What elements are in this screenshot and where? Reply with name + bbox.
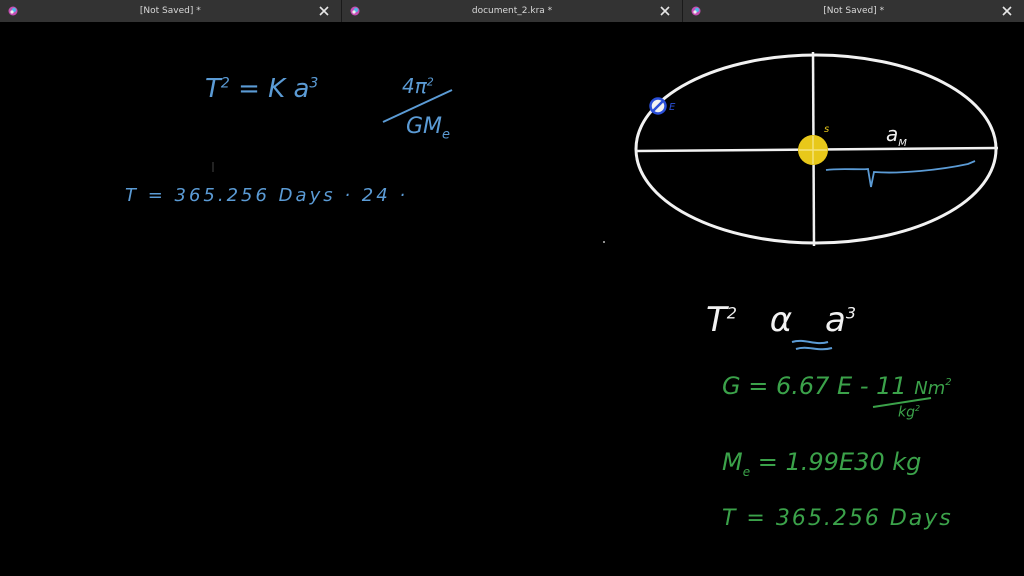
denominator-subscript: e	[442, 127, 451, 143]
canvas-strokes	[212, 51, 999, 408]
semi-major-brace	[825, 160, 976, 188]
mass-value: = 1.99E30 kg	[757, 448, 922, 476]
G-value: G = 6.67 E - 11	[722, 372, 907, 400]
sun-mass: Me = 1.99E30 kg	[722, 448, 921, 479]
close-icon[interactable]	[658, 4, 672, 18]
document-tab-3[interactable]: [Not Saved] *	[683, 0, 1024, 22]
prop-a: a	[825, 300, 846, 340]
mass-subscript: e	[742, 464, 751, 479]
orbital-period-green: T = 365.256 Days	[722, 506, 953, 531]
tab-label: document_2.kra *	[471, 6, 553, 16]
G-units-denominator: kg	[898, 404, 915, 421]
document-tab-bar: [Not Saved] * document_2.kra * [Not Save…	[0, 0, 1024, 22]
eq-T-exponent: 2	[220, 75, 230, 92]
numerator-exponent: 2	[426, 75, 434, 89]
tab-label: [Not Saved] *	[139, 6, 201, 16]
stray-dot	[603, 241, 605, 243]
prop-a-exponent: 3	[845, 303, 857, 323]
document-tab-2[interactable]: document_2.kra *	[341, 0, 684, 22]
proportionality-statement: T2 α a3	[706, 300, 856, 340]
G-units-numerator-exponent: 2	[945, 377, 952, 388]
prop-T: T	[706, 300, 727, 340]
close-icon[interactable]	[317, 4, 331, 18]
earth-label: E	[669, 102, 676, 113]
gravitational-constant: G = 6.67 E - 11 Nm2	[722, 372, 952, 400]
semi-major-axis-label: aM	[886, 122, 907, 149]
constant-numerator: 4π2	[402, 74, 434, 98]
numerator-text: 4π	[402, 74, 427, 98]
proportional-symbol: α	[769, 300, 793, 340]
eq-rest: = K a	[238, 74, 310, 104]
prop-T-exponent: 2	[726, 303, 737, 323]
eq-a-exponent: 3	[309, 75, 319, 92]
close-icon[interactable]	[1000, 4, 1014, 18]
kepler-equation: T2 = K a3	[205, 74, 318, 104]
G-units-denominator-group: kg2	[898, 404, 920, 421]
sun-label: s	[824, 124, 830, 135]
mass-symbol: M	[722, 448, 743, 476]
constant-denominator: GMe	[406, 114, 450, 142]
period-conversion-line: T = 365.256 Days · 24 ·	[125, 185, 409, 206]
tab-label: [Not Saved] *	[823, 6, 885, 16]
G-units-denominator-exponent: 2	[915, 404, 921, 413]
axis-label-a: a	[886, 122, 899, 146]
eq-T: T	[205, 74, 221, 104]
axis-label-subscript: M	[898, 138, 907, 149]
alpha-underline	[791, 339, 833, 351]
drawing-canvas[interactable]: T2 = K a3 4π2 GMe T = 365.256 Days · 24 …	[0, 22, 1024, 576]
denominator-text: GM	[406, 114, 443, 139]
document-tab-1[interactable]: [Not Saved] *	[0, 0, 342, 22]
G-units-numerator: Nm	[914, 378, 946, 399]
